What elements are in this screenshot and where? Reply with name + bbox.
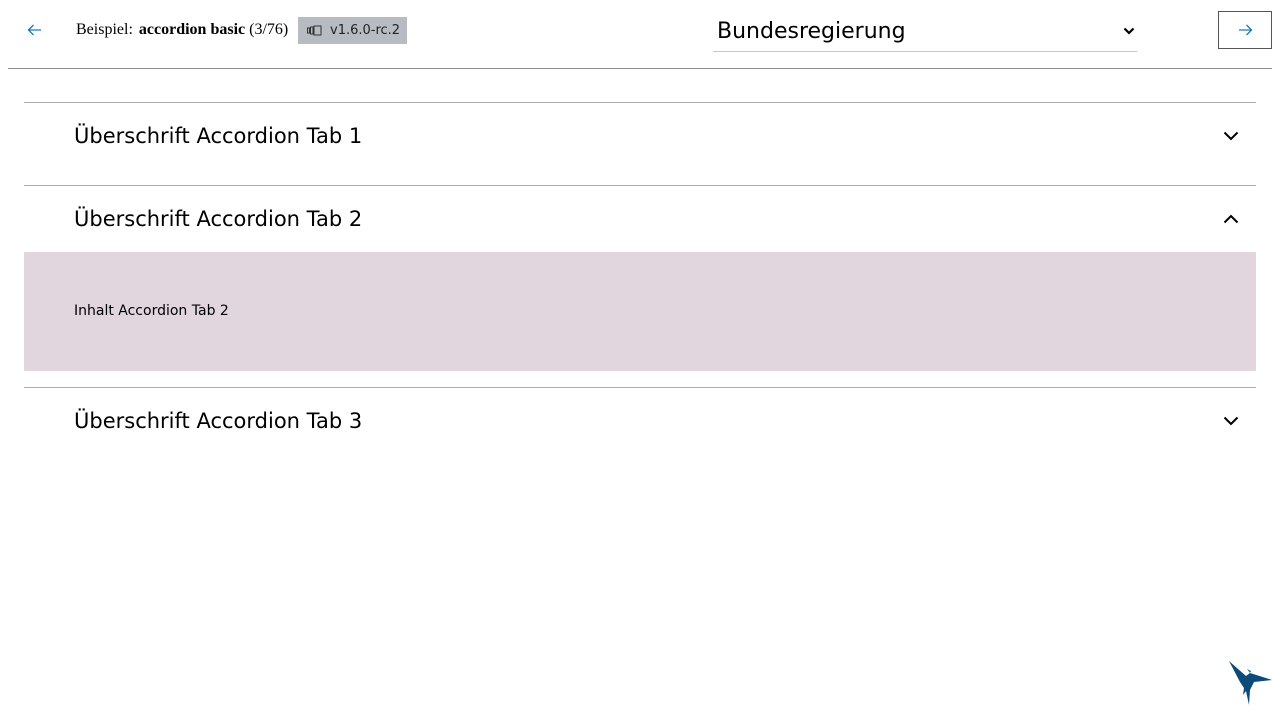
component-icon (307, 25, 322, 36)
header-divider (8, 68, 1272, 69)
next-example-button[interactable] (1218, 11, 1272, 49)
chevron-up-icon[interactable] (1222, 211, 1240, 227)
hummingbird-logo-icon (1229, 661, 1272, 705)
chevron-down-icon (1123, 27, 1135, 35)
example-title: Beispiel: accordion basic (3/76) (76, 20, 288, 40)
arrow-left-icon (27, 24, 41, 36)
accordion-tab-3-header[interactable]: Überschrift Accordion Tab 3 (24, 388, 1256, 454)
accordion-tab-2-panel: Inhalt Accordion Tab 2 (24, 252, 1256, 371)
chevron-down-icon[interactable] (1222, 413, 1240, 429)
accordion: Überschrift Accordion Tab 1 Überschrift … (24, 102, 1256, 454)
accordion-tab-1-title: Überschrift Accordion Tab 1 (74, 124, 363, 148)
theme-select-value: Bundesregierung (717, 18, 906, 44)
chevron-down-icon[interactable] (1222, 128, 1240, 144)
theme-select[interactable]: Bundesregierung (713, 12, 1137, 52)
accordion-item-1: Überschrift Accordion Tab 1 (24, 102, 1256, 169)
version-badge: v1.6.0-rc.2 (298, 17, 407, 44)
previous-example-button[interactable] (22, 18, 46, 42)
accordion-tab-1-header[interactable]: Überschrift Accordion Tab 1 (24, 103, 1256, 169)
accordion-tab-2-content: Inhalt Accordion Tab 2 (74, 303, 229, 319)
arrow-right-icon (1238, 24, 1252, 36)
version-text: v1.6.0-rc.2 (330, 23, 401, 38)
accordion-tab-3-title: Überschrift Accordion Tab 3 (74, 409, 363, 433)
accordion-tab-2-title: Überschrift Accordion Tab 2 (74, 207, 363, 231)
accordion-item-3: Überschrift Accordion Tab 3 (24, 387, 1256, 454)
example-name: accordion basic (138, 21, 246, 38)
example-prefix: Beispiel: (76, 21, 133, 38)
accordion-tab-2-header[interactable]: Überschrift Accordion Tab 2 (24, 186, 1256, 252)
example-counter: (3/76) (249, 21, 289, 38)
accordion-item-2: Überschrift Accordion Tab 2 Inhalt Accor… (24, 185, 1256, 371)
example-header: Beispiel: accordion basic (3/76) v1.6.0-rc… (0, 0, 1280, 69)
